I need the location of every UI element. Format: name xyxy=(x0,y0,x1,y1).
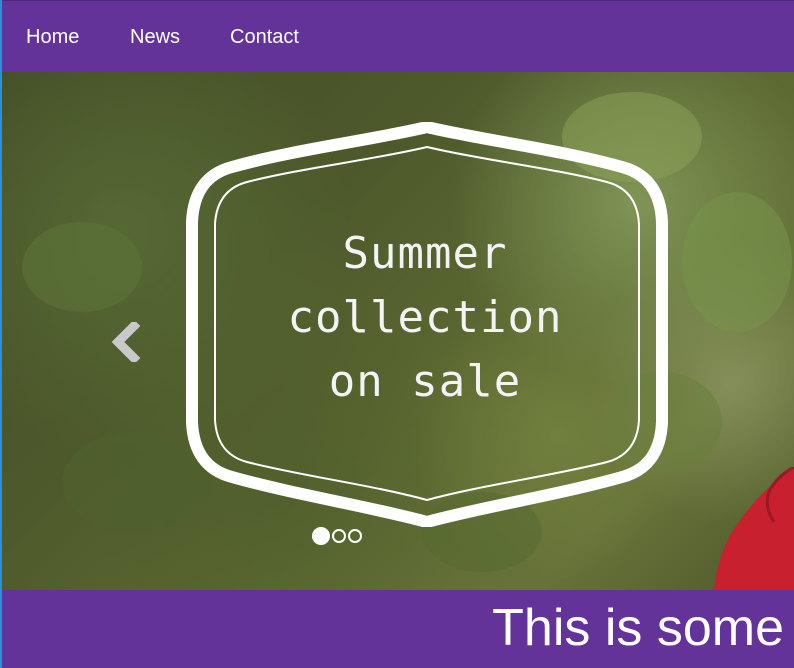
carousel-dot-2[interactable] xyxy=(332,529,346,543)
hero-carousel: Summer collection on sale xyxy=(2,72,794,590)
slide-caption-line: Summer xyxy=(342,228,508,279)
carousel-dot-1[interactable] xyxy=(312,527,330,545)
nav-item-contact[interactable]: Contact xyxy=(230,25,299,49)
banner-heading: This is some xyxy=(492,599,784,657)
nav-item-home[interactable]: Home xyxy=(26,25,79,49)
foliage-blur xyxy=(682,192,792,332)
slide-caption-line: on sale xyxy=(328,356,522,407)
carousel-indicators xyxy=(312,527,362,545)
slide-caption-line: collection xyxy=(287,292,563,343)
slide-caption: Summer collection on sale xyxy=(240,222,610,414)
top-navigation: Home News Contact xyxy=(2,0,794,72)
nav-item-news[interactable]: News xyxy=(130,25,180,49)
chevron-left-icon[interactable] xyxy=(108,322,142,362)
bottom-banner: This is some xyxy=(2,590,794,668)
carousel-dot-3[interactable] xyxy=(348,529,362,543)
person-red-sweater-image xyxy=(714,467,794,590)
foliage-blur xyxy=(22,222,142,312)
